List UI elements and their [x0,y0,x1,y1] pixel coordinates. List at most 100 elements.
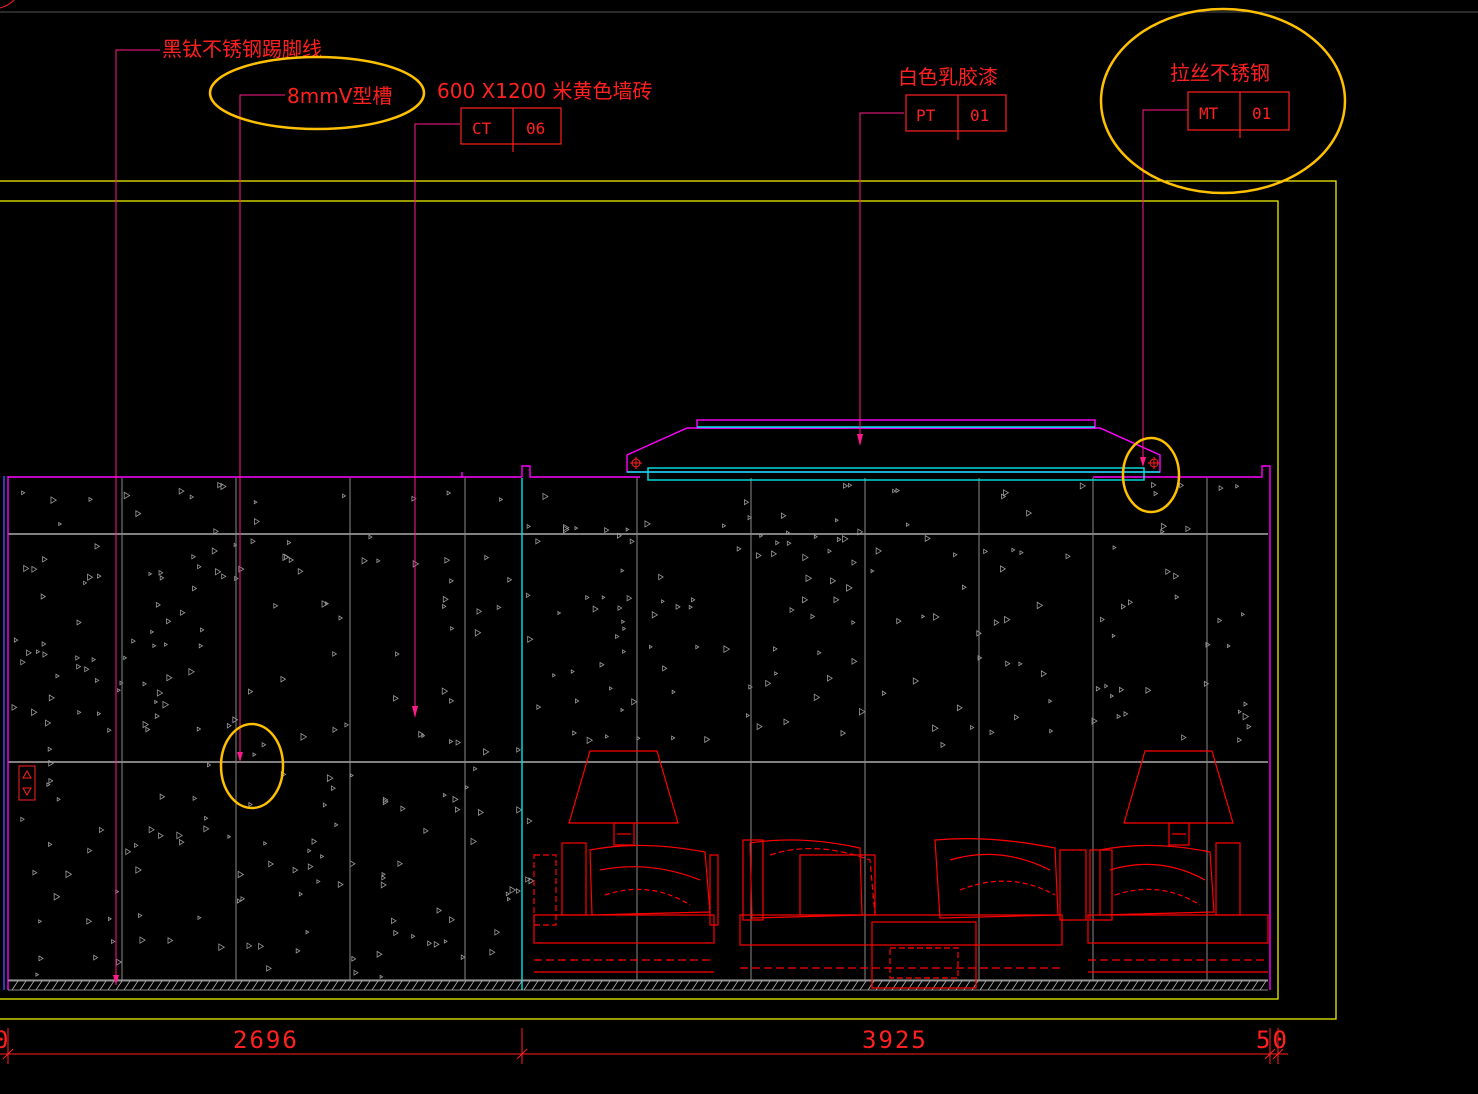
hatch-stroke [1067,980,1075,991]
hatch-stroke [811,980,819,991]
texture-mark [188,667,195,676]
hatch-stroke [1179,980,1187,991]
texture-mark [953,552,958,558]
hatch-stroke [1251,980,1259,991]
texture-mark [1104,683,1109,689]
texture-mark [1160,522,1168,530]
hatch-stroke [1051,980,1059,991]
texture-mark [35,972,40,977]
texture-mark [240,896,246,902]
texture-mark [397,860,403,867]
texture-mark [38,955,44,962]
texture-mark [442,792,447,798]
texture-mark [148,571,153,577]
texture-mark [145,726,151,733]
texture-mark [427,940,433,947]
hatch-stroke [227,980,235,991]
texture-mark [189,494,195,500]
texture-mark [76,663,82,670]
texture-mark [592,605,599,613]
texture-mark [691,597,696,603]
texture-mark [436,907,443,914]
hatch-stroke [1147,980,1155,991]
hatch-stroke [779,980,787,991]
hatch-stroke [891,980,899,991]
texture-mark [237,870,245,879]
texture-mark [557,610,562,616]
hatch-stroke [51,980,59,991]
texture-mark [528,877,535,885]
texture-mark [552,673,556,678]
hatch-stroke [603,980,611,991]
texture-mark [135,866,142,874]
texture-mark [1112,545,1117,550]
texture-mark [198,643,204,649]
texture-mark [1119,686,1125,693]
hatch-stroke [755,980,763,991]
texture-mark [381,875,387,881]
texture-mark [993,619,1000,626]
texture-mark [50,496,58,505]
hatch-stroke [363,980,371,991]
texture-mark [1237,709,1242,714]
texture-mark [220,482,227,491]
texture-mark [298,891,304,897]
texture-mark [248,801,253,808]
texture-mark [810,613,816,620]
hatch-stroke [107,980,115,991]
hatch-stroke [987,980,995,991]
texture-mark [421,733,426,739]
texture-mark [94,543,101,550]
hatch-stroke [1035,980,1043,991]
texture-mark [297,567,304,575]
texture-mark [516,888,522,895]
texture-mark [134,842,139,849]
texture-mark [1048,698,1053,704]
hatch-stroke [563,980,571,991]
texture-mark [180,609,186,616]
hatch-stroke [883,980,891,991]
texture-mark [629,538,635,545]
texture-mark [338,615,344,621]
hatch-stroke [483,980,491,991]
texture-mark [675,603,681,610]
texture-mark [704,735,711,744]
texture-mark [1019,550,1024,556]
hatch-stroke [459,980,467,991]
hatch-stroke [643,980,651,991]
texture-mark [351,955,357,962]
hatch-stroke [723,980,731,991]
texture-mark [813,534,818,540]
texture-mark [125,848,132,856]
hatch-stroke [1131,980,1139,991]
texture-mark [87,573,94,581]
texture-mark [509,886,517,895]
texture-mark [476,608,483,615]
texture-mark [830,577,837,585]
texture-mark [833,596,840,604]
texture-mark [197,915,202,921]
texture-mark [179,838,185,846]
leader-lines [115,49,1188,985]
hatch-stroke [491,980,499,991]
texture-mark [1036,601,1044,610]
texture-mark [20,816,25,822]
texture-mark [150,629,155,635]
texture-mark [1185,525,1192,533]
hatch-stroke [131,980,139,991]
hatch-stroke [819,980,827,991]
hatch-stroke [659,980,667,991]
texture-mark [748,684,753,690]
hatch-stroke [451,980,459,991]
texture-mark [42,651,48,658]
hatch-stroke [979,980,987,991]
texture-mark [1237,737,1243,743]
hatch-stroke [1243,980,1251,991]
sheet-border [0,0,1478,13]
texture-mark [826,674,833,682]
hatch-stroke [803,980,811,991]
texture-mark [349,860,356,868]
texture-mark [875,547,882,555]
hatch-stroke [515,980,523,991]
texture-mark [423,827,429,835]
